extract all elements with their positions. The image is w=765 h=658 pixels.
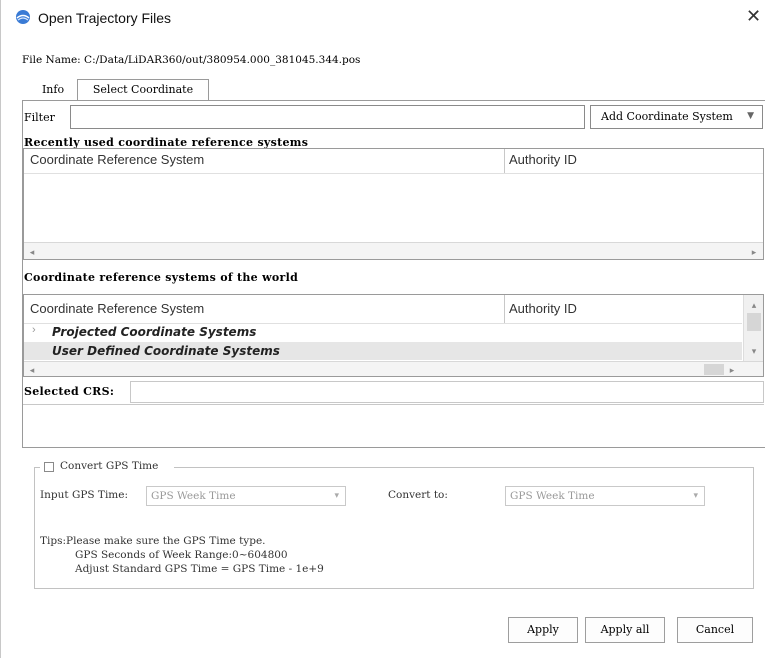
scroll-left-icon[interactable]: ◂ (26, 364, 38, 376)
world-crs-heading: Coordinate reference systems of the worl… (24, 271, 299, 284)
convert-to-select: GPS Week Time ▾ (505, 486, 705, 506)
convert-gps-time-label[interactable]: Convert GPS Time (60, 460, 158, 472)
tips-line-2: GPS Seconds of Week Range:0~604800 (75, 549, 288, 561)
world-horizontal-scrollbar[interactable]: ◂ ▸ (24, 361, 763, 376)
chevron-right-icon[interactable]: › (32, 324, 36, 336)
scrollbar-thumb[interactable] (747, 313, 761, 331)
chevron-down-icon: ▾ (693, 491, 698, 501)
selected-crs-field (130, 381, 764, 403)
world-crs-table[interactable]: Coordinate Reference System Authority ID… (23, 294, 764, 377)
app-logo-icon (15, 9, 31, 25)
recent-col-crs[interactable]: Coordinate Reference System (30, 149, 204, 171)
world-col-authority[interactable]: Authority ID (509, 298, 577, 320)
recent-crs-table[interactable]: Coordinate Reference System Authority ID… (23, 148, 764, 260)
close-icon[interactable]: ✕ (746, 6, 761, 27)
world-col-crs[interactable]: Coordinate Reference System (30, 298, 204, 320)
chevron-down-icon: ▾ (334, 491, 339, 501)
input-gps-time-value: GPS Week Time (151, 490, 236, 502)
window-edge (0, 0, 1, 658)
scrollbar-track[interactable] (42, 245, 742, 258)
tree-row-label: User Defined Coordinate Systems (52, 344, 280, 358)
tree-row-projected[interactable]: › Projected Coordinate Systems (24, 324, 742, 341)
tree-row-user-defined[interactable]: User Defined Coordinate Systems (24, 342, 742, 360)
scroll-right-icon[interactable]: ▸ (726, 364, 738, 376)
scroll-down-icon[interactable]: ▾ (748, 345, 760, 357)
filter-input[interactable] (70, 105, 585, 129)
header-divider (24, 173, 763, 174)
input-gps-time-label: Input GPS Time: (40, 489, 129, 501)
scroll-left-icon[interactable]: ◂ (26, 246, 38, 258)
tab-select-coordinate[interactable]: Select Coordinate (77, 79, 209, 101)
window-title: Open Trajectory Files (38, 10, 172, 26)
scrollbar-thumb[interactable] (704, 364, 724, 375)
tips-line-1: Tips:Please make sure the GPS Time type. (40, 535, 266, 547)
input-gps-time-select: GPS Week Time ▾ (146, 486, 346, 506)
world-vertical-scrollbar[interactable]: ▴ ▾ (743, 295, 763, 361)
tips-line-3: Adjust Standard GPS Time = GPS Time - 1e… (75, 563, 324, 575)
filter-label: Filter (24, 111, 55, 124)
scroll-right-icon[interactable]: ▸ (748, 246, 760, 258)
apply-all-button[interactable]: Apply all (585, 617, 665, 643)
recent-col-authority[interactable]: Authority ID (509, 149, 577, 171)
scroll-up-icon[interactable]: ▴ (748, 299, 760, 311)
convert-gps-time-checkbox[interactable] (44, 462, 54, 472)
convert-to-label: Convert to: (388, 489, 448, 501)
tree-row-label: Projected Coordinate Systems (52, 325, 257, 339)
apply-button[interactable]: Apply (508, 617, 578, 643)
convert-to-value: GPS Week Time (510, 490, 595, 502)
file-name-label: File Name: C:/Data/LiDAR360/out/380954.0… (22, 54, 361, 66)
add-coordinate-system-button[interactable]: Add Coordinate System ▼ (590, 105, 763, 129)
selected-crs-description (23, 404, 764, 446)
add-coordinate-system-label: Add Coordinate System (601, 110, 733, 123)
column-separator (504, 295, 505, 323)
column-separator (504, 149, 505, 173)
selected-crs-label: Selected CRS: (24, 385, 115, 398)
recent-horizontal-scrollbar[interactable]: ◂ ▸ (24, 242, 763, 259)
tab-info[interactable]: Info (30, 80, 76, 100)
chevron-down-icon: ▼ (747, 111, 754, 121)
cancel-button[interactable]: Cancel (677, 617, 753, 643)
